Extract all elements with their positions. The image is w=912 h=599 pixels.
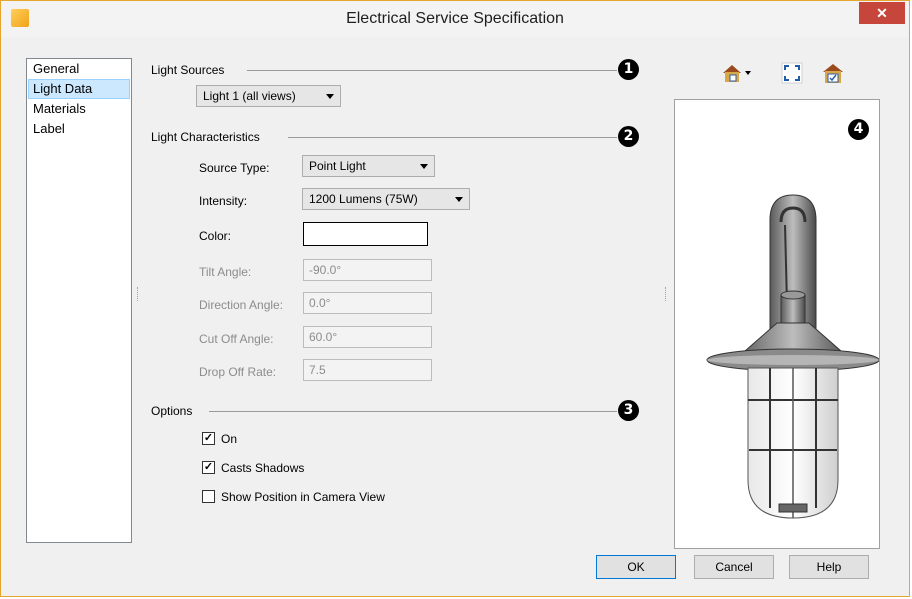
dropoff-rate-label: Drop Off Rate: <box>199 365 277 379</box>
source-type-select-value: Point Light <box>309 159 366 173</box>
light-characteristics-heading: Light Characteristics <box>151 130 260 144</box>
on-checkbox-label[interactable]: On <box>221 432 237 446</box>
source-type-select[interactable]: Point Light <box>302 155 435 177</box>
nav-item-general[interactable]: General <box>27 59 131 79</box>
dialog-client: General Light Data Materials Label Light… <box>9 37 901 591</box>
direction-angle-field[interactable]: 0.0° <box>303 292 432 314</box>
house-view-icon[interactable] <box>721 62 751 84</box>
light-fixture-preview-image <box>706 194 880 519</box>
layer-view-icon[interactable] <box>821 62 843 84</box>
dropoff-rate-field[interactable]: 7.5 <box>303 359 432 381</box>
nav-item-materials[interactable]: Materials <box>27 99 131 119</box>
title-bar[interactable]: Electrical Service Specification ✕ <box>1 1 909 37</box>
casts-shadows-checkbox-label[interactable]: Casts Shadows <box>221 461 304 475</box>
show-position-checkbox-label[interactable]: Show Position in Camera View <box>221 490 385 504</box>
light-source-select-value: Light 1 (all views) <box>203 89 296 103</box>
options-heading: Options <box>151 404 193 418</box>
light-source-select[interactable]: Light 1 (all views) <box>196 85 341 107</box>
cutoff-angle-field[interactable]: 60.0° <box>303 326 432 348</box>
callout-badge-3: 3 <box>618 400 639 421</box>
options-divider <box>209 411 617 412</box>
light-sources-heading: Light Sources <box>151 63 225 77</box>
callout-badge-2: 2 <box>618 126 639 147</box>
ok-button[interactable]: OK <box>596 555 676 579</box>
light-characteristics-divider <box>288 137 617 138</box>
callout-badge-4: 4 <box>848 119 869 140</box>
color-label: Color: <box>199 229 232 243</box>
on-checkbox[interactable]: ✓ <box>202 432 215 445</box>
callout-badge-1: 1 <box>618 59 639 80</box>
window-title: Electrical Service Specification <box>346 10 564 27</box>
nav-item-label[interactable]: Label <box>27 119 131 139</box>
dialog-window: Electrical Service Specification ✕ Gener… <box>0 0 910 597</box>
intensity-select[interactable]: 1200 Lumens (75W) <box>302 188 470 210</box>
nav-item-light-data[interactable]: Light Data <box>28 79 130 99</box>
show-position-checkbox[interactable] <box>202 490 215 503</box>
source-type-label: Source Type: <box>199 161 270 175</box>
intensity-select-value: 1200 Lumens (75W) <box>309 192 418 206</box>
chevron-down-icon <box>326 94 334 99</box>
cancel-button[interactable]: Cancel <box>694 555 774 579</box>
chevron-down-icon <box>420 164 428 169</box>
direction-angle-label: Direction Angle: <box>199 298 284 312</box>
splitter-grip-right[interactable] <box>665 287 668 301</box>
tilt-angle-label: Tilt Angle: <box>199 265 252 279</box>
3d-preview-panel[interactable]: 4 <box>674 99 880 549</box>
cutoff-angle-label: Cut Off Angle: <box>199 332 274 346</box>
tilt-angle-field[interactable]: -90.0° <box>303 259 432 281</box>
fit-view-icon[interactable] <box>781 62 803 84</box>
close-button[interactable]: ✕ <box>859 2 905 24</box>
help-button[interactable]: Help <box>789 555 869 579</box>
splitter-grip-left[interactable] <box>137 287 140 301</box>
category-list: General Light Data Materials Label <box>26 58 132 543</box>
intensity-label: Intensity: <box>199 194 248 208</box>
light-sources-divider <box>247 70 617 71</box>
casts-shadows-checkbox[interactable]: ✓ <box>202 461 215 474</box>
chevron-down-icon <box>455 197 463 202</box>
color-swatch-button[interactable] <box>303 222 428 246</box>
